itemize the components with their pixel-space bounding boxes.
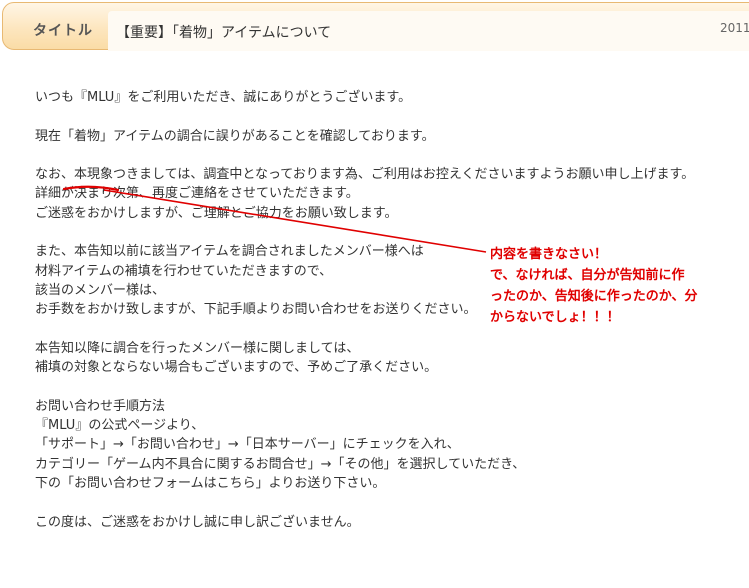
body-line: 補填の対象とならない場合もございますので、予めご了承ください。 <box>35 360 438 376</box>
paragraph: お問い合わせ手順方法 『MLU』の公式ページより、 「サポート」→「お問い合わせ… <box>35 397 694 493</box>
body-line: 詳細が決まり次第、再度ご連絡をさせていただきます。 <box>35 186 359 202</box>
paragraph: なお、本現象つきましては、調査中となっております為、ご利用はお控えくださいますよ… <box>35 165 694 223</box>
body-line: 本告知以降に調合を行ったメンバー様に関しましては、 <box>35 340 360 356</box>
paragraph: 本告知以降に調合を行ったメンバー様に関しましては、 補填の対象とならない場合もご… <box>35 339 694 378</box>
body-line: お問い合わせ手順方法 <box>35 398 166 414</box>
body-line: いつも『MLU』をご利用いただき、誠にありがとうございます。 <box>35 90 412 105</box>
body-line: なお、本現象つきましては、調査中となっております為、ご利用はお控えくださいますよ… <box>35 167 695 183</box>
body-line: 『MLU』の公式ページより、 <box>35 418 205 434</box>
annotation-note: 内容を書きなさい！ で、なければ、自分が告知前に作 ったのか、告知後に作ったのか… <box>490 244 745 328</box>
body-line: ご迷惑をおかけしますが、ご理解とご協力をお願い致します。 <box>35 205 398 221</box>
annotation-line: ったのか、告知後に作ったのか、分 <box>490 289 698 304</box>
title-header-bar: タイトル 【重要】「着物」アイテムについて <box>2 2 749 51</box>
body-line: この度は、ご迷惑をおかけし誠に申し訳ございません。 <box>35 514 360 530</box>
body-line: 現在「着物」アイテムの調合に誤りがあることを確認しております。 <box>35 128 435 144</box>
paragraph: この度は、ご迷惑をおかけし誠に申し訳ございません。 <box>35 513 694 532</box>
annotation-line: からないでしょ！！！ <box>490 310 620 325</box>
post-title: 【重要】「着物」アイテムについて <box>116 25 332 41</box>
page-root: タイトル 【重要】「着物」アイテムについて 2011 いつも『MLU』をご利用い… <box>0 0 749 588</box>
paragraph: 現在「着物」アイテムの調合に誤りがあることを確認しております。 <box>35 127 694 146</box>
title-label: タイトル <box>33 23 93 39</box>
body-line: カテゴリー「ゲーム内不具合に関するお問合せ」→「その他」を選択していただき、 <box>35 456 526 472</box>
body-line: 下の「お問い合わせフォームはこちら」よりお送り下さい。 <box>35 475 386 491</box>
paragraph: いつも『MLU』をご利用いただき、誠にありがとうございます。 <box>35 88 694 107</box>
annotation-line: で、なければ、自分が告知前に作 <box>490 268 685 283</box>
body-line: 「サポート」→「お問い合わせ」→「日本サーバー」にチェックを入れ、 <box>35 437 460 453</box>
post-date: 2011 <box>720 21 749 35</box>
annotation-line: 内容を書きなさい！ <box>490 247 608 262</box>
title-value-box: 【重要】「着物」アイテムについて <box>108 11 749 51</box>
